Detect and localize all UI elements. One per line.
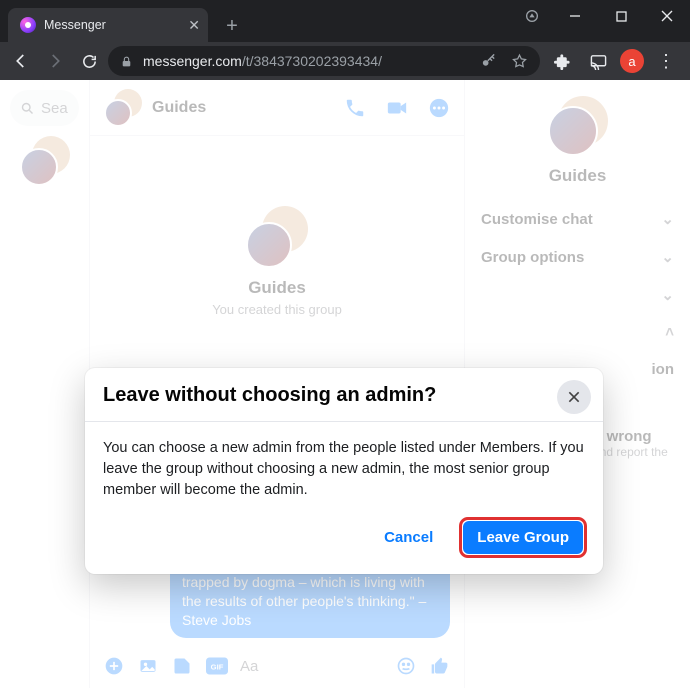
tab-search-icon[interactable] [518, 2, 546, 30]
window-minimize-button[interactable] [552, 0, 598, 32]
dialog-title: Leave without choosing an admin? [103, 384, 547, 407]
reload-button[interactable] [74, 46, 104, 76]
browser-toolbar: messenger.com/t/3843730202393434/ a ⋮ [0, 42, 690, 80]
browser-titlebar: Messenger ✕ + [0, 0, 690, 42]
url-path: /t/3843730202393434/ [242, 53, 382, 69]
browser-menu-icon[interactable]: ⋮ [652, 47, 680, 75]
bookmark-star-icon[interactable] [511, 53, 528, 70]
address-bar[interactable]: messenger.com/t/3843730202393434/ [108, 46, 540, 76]
cancel-button[interactable]: Cancel [372, 521, 445, 554]
tab-close-icon[interactable]: ✕ [188, 17, 200, 34]
url-domain: messenger.com [143, 53, 242, 69]
cast-icon[interactable] [584, 47, 612, 75]
forward-button[interactable] [40, 46, 70, 76]
tab-title: Messenger [44, 18, 106, 32]
profile-letter: a [628, 54, 635, 69]
close-icon [566, 389, 582, 405]
dialog-body: You can choose a new admin from the peop… [85, 422, 603, 505]
messenger-favicon [20, 17, 36, 33]
window-maximize-button[interactable] [598, 0, 644, 32]
profile-avatar[interactable]: a [620, 49, 644, 73]
password-key-icon[interactable] [480, 53, 497, 70]
browser-tab[interactable]: Messenger ✕ [8, 8, 208, 42]
new-tab-button[interactable]: + [218, 12, 246, 40]
lock-icon [120, 55, 133, 68]
extensions-icon[interactable] [548, 47, 576, 75]
leave-group-dialog: Leave without choosing an admin? You can… [85, 368, 603, 574]
leave-group-button[interactable]: Leave Group [463, 521, 583, 554]
dialog-close-button[interactable] [557, 380, 591, 414]
back-button[interactable] [6, 46, 36, 76]
highlight-annotation: Leave Group [459, 517, 587, 558]
window-close-button[interactable] [644, 0, 690, 32]
